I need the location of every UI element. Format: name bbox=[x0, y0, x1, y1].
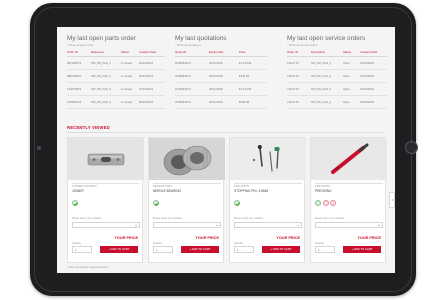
quantity-label: Quantity bbox=[153, 242, 162, 245]
available-check-icon bbox=[72, 200, 78, 206]
tablet-screen: My last open parts order › Show all part… bbox=[57, 27, 395, 273]
stopping-pin-image[interactable] bbox=[230, 138, 306, 180]
column-header[interactable]: Creation Date bbox=[139, 50, 165, 54]
column-header[interactable]: Creation Date bbox=[360, 50, 387, 54]
product-card[interactable]: PIPE PARTS STOPPING PIN, 4.8MM Please se… bbox=[229, 137, 306, 263]
joiner-part-image[interactable] bbox=[68, 138, 144, 180]
show-all-link[interactable]: › Show all quotations bbox=[175, 43, 267, 47]
column-header[interactable]: Order ID bbox=[67, 50, 91, 54]
table-row[interactable]: 288745601 SPI_PD_0AS_2 In review 26/10/2016 bbox=[67, 70, 165, 83]
column-header[interactable]: Status bbox=[343, 50, 360, 54]
add-to-cart-button[interactable]: + ADD TO CART bbox=[181, 246, 219, 253]
column-header[interactable]: Status bbox=[121, 50, 139, 54]
available-check-icon bbox=[315, 200, 321, 206]
variation-label: Please select your variation bbox=[315, 217, 345, 220]
table-row[interactable]: 2345664473 30/11/2016 €238.49 bbox=[175, 96, 267, 109]
table-row[interactable]: x1111776 SPI_SO_0AS_2 Open 13/10/2016 bbox=[287, 70, 387, 83]
column-header[interactable]: Description bbox=[311, 50, 343, 54]
limited-stock-icon bbox=[330, 200, 336, 206]
table-row[interactable]: 287643579 SPI_PD_0AS_1 In review 26/10/2016 bbox=[67, 57, 165, 70]
your-price-label: YOUR PRICE bbox=[276, 236, 300, 240]
show-all-link[interactable]: › Show all parts order bbox=[67, 43, 165, 47]
service-orders-panel: My last open service orders › Show all s… bbox=[287, 35, 387, 109]
column-header[interactable]: Expiry Date bbox=[209, 50, 239, 54]
table-row[interactable]: 1543664473 30/11/2016 €1,513.84 bbox=[175, 83, 267, 96]
column-header[interactable]: Reference bbox=[91, 50, 121, 54]
variation-label: Please select your variation bbox=[72, 217, 102, 220]
variation-select[interactable] bbox=[72, 222, 140, 228]
service-orders-table: Order ID Description Status Creation Dat… bbox=[287, 50, 387, 109]
product-name[interactable]: STOPPING PIN, 4.8MM bbox=[234, 189, 268, 193]
variation-select[interactable] bbox=[234, 222, 302, 228]
add-to-cart-button[interactable]: + ADD TO CART bbox=[343, 246, 381, 253]
your-price-label: YOUR PRICE bbox=[114, 236, 138, 240]
table-row[interactable]: 134576843 SPI_PD_0AS_3 In review 27/10/2016 bbox=[67, 83, 165, 96]
table-row[interactable]: x1111776 SPI_SO_0AS_4 Open 04/09/2016 bbox=[287, 96, 387, 109]
section-divider bbox=[67, 132, 385, 133]
quantity-label: Quantity bbox=[72, 242, 81, 245]
your-price-label: YOUR PRICE bbox=[195, 236, 219, 240]
panel-title: My last quotations bbox=[175, 35, 227, 42]
product-category: CONNECTION PART bbox=[72, 185, 97, 188]
available-check-icon bbox=[234, 200, 240, 206]
parts-orders-table: Order ID Reference Status Creation Date … bbox=[67, 50, 165, 109]
product-name[interactable]: PRESSING bbox=[315, 189, 331, 193]
variation-label: Please select your variation bbox=[153, 217, 183, 220]
column-header[interactable]: Price bbox=[239, 50, 267, 54]
variation-select[interactable] bbox=[315, 222, 383, 228]
product-category: PIPE PARTS bbox=[234, 185, 250, 188]
table-row[interactable]: 279382443 SPI_PD_0AS_4 In review 28/10/2016 bbox=[67, 96, 165, 109]
product-card[interactable]: PIPE PARTS PRESSING Please select your v… bbox=[310, 137, 387, 263]
column-header[interactable]: Quote ID bbox=[175, 50, 209, 54]
carousel-next-arrow-icon[interactable] bbox=[389, 192, 395, 208]
panel-title: My last open parts order bbox=[67, 35, 136, 42]
quantity-input[interactable]: 1 bbox=[72, 246, 92, 253]
parts-orders-panel: My last open parts order › Show all part… bbox=[67, 35, 165, 109]
variation-label: Please select your variation bbox=[234, 217, 264, 220]
product-card[interactable]: BEARING PART NEEDLE BEARING Please selec… bbox=[148, 137, 225, 263]
add-to-cart-button[interactable]: + ADD TO CART bbox=[262, 246, 300, 253]
product-category: BEARING PART bbox=[153, 185, 173, 188]
table-row[interactable]: x1111776 SPI_SO_0AS_1 Open 12/10/2016 bbox=[287, 57, 387, 70]
availability-indicators bbox=[315, 200, 338, 206]
quantity-label: Quantity bbox=[315, 242, 324, 245]
product-category: PIPE PARTS bbox=[315, 185, 331, 188]
quotations-panel: My last quotations › Show all quotations… bbox=[175, 35, 267, 109]
table-row[interactable]: x1111776 SPI_SO_0AS_3 Open 22/10/2016 bbox=[287, 83, 387, 96]
add-to-cart-button[interactable]: + ADD TO CART bbox=[100, 246, 138, 253]
your-price-label: YOUR PRICE bbox=[357, 236, 381, 240]
quantity-input[interactable]: 1 bbox=[315, 246, 335, 253]
show-all-link[interactable]: › Show all service orders bbox=[287, 43, 387, 47]
limited-stock-icon bbox=[322, 200, 329, 206]
recently-viewed-heading: RECENTLY VIEWED bbox=[67, 125, 110, 130]
table-row[interactable]: 2345664473 30/11/2016 €343.93 bbox=[175, 70, 267, 83]
panel-title: My last open service orders bbox=[287, 35, 366, 42]
available-check-icon bbox=[153, 200, 159, 206]
quotations-table: Quote ID Expiry Date Price 2345664473 30/… bbox=[175, 50, 267, 109]
quantity-input[interactable]: 1 bbox=[153, 246, 173, 253]
variation-select[interactable] bbox=[153, 222, 221, 228]
product-card[interactable]: CONNECTION PART JOINER Please select you… bbox=[67, 137, 144, 263]
needle-bearing-image[interactable] bbox=[149, 138, 225, 180]
column-header[interactable]: Order ID bbox=[287, 50, 311, 54]
table-row[interactable]: 2345664473 30/11/2016 €1,513.84 bbox=[175, 57, 267, 70]
camera-icon bbox=[37, 146, 41, 150]
show-all-recent-link[interactable]: › Show all recently viewed products bbox=[67, 266, 108, 269]
home-button[interactable] bbox=[405, 141, 418, 154]
product-name[interactable]: JOINER bbox=[72, 189, 84, 193]
quantity-input[interactable]: 1 bbox=[234, 246, 254, 253]
pressing-tool-image[interactable] bbox=[311, 138, 387, 180]
product-name[interactable]: NEEDLE BEARING bbox=[153, 189, 181, 193]
quantity-label: Quantity bbox=[234, 242, 243, 245]
